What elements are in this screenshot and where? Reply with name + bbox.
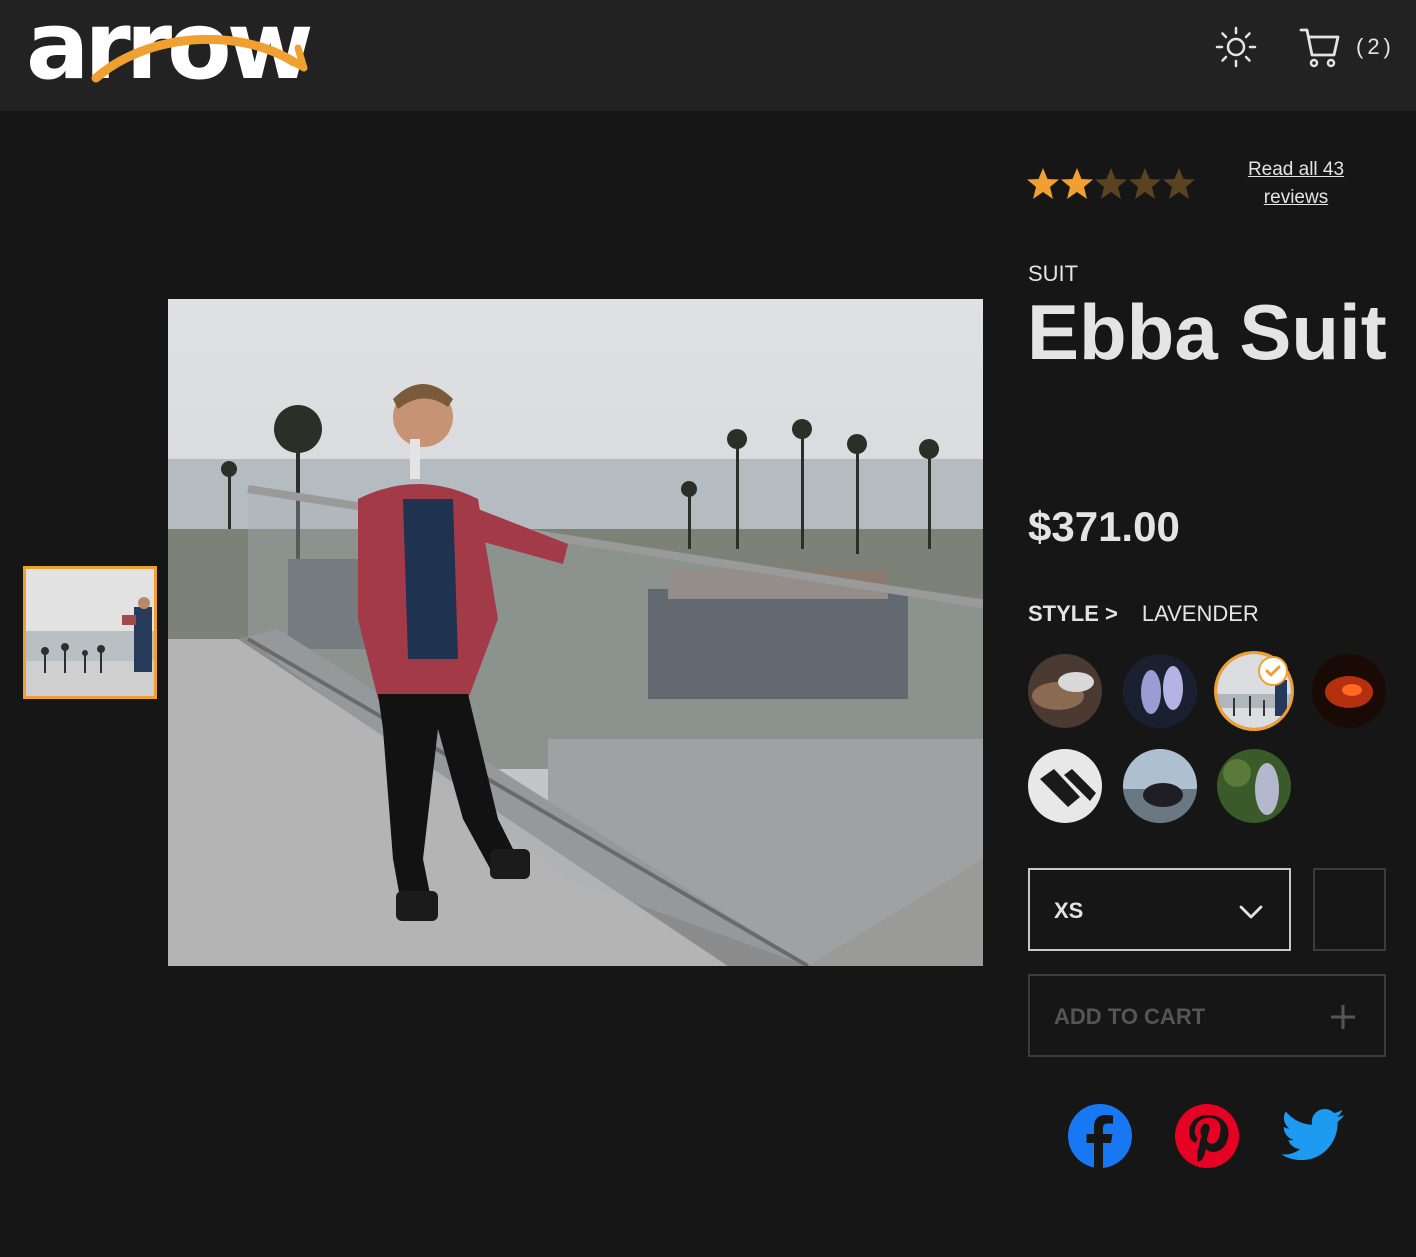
add-to-cart-label: ADD TO CART [1054,1004,1206,1029]
size-select[interactable]: XS [1028,868,1291,951]
swatch-image [1123,749,1197,823]
thumbnail-image [26,569,154,696]
arrow-logo[interactable]: arrow [26,0,382,94]
style-swatch-2[interactable] [1123,654,1197,728]
facebook-share-button[interactable] [1067,1103,1133,1169]
swatch-image [1123,654,1197,728]
swatch-image [1312,654,1386,728]
plus-icon [1331,1005,1355,1029]
swatch-image [1217,749,1291,823]
size-value: XS [1054,898,1084,923]
theme-toggle-button[interactable] [1214,25,1258,69]
product-thumbnail[interactable] [23,566,157,699]
cart-button[interactable]: (2) [1298,24,1402,70]
product-title: Ebba Suit [1027,288,1387,376]
style-swatch-1[interactable] [1028,654,1102,728]
style-value: LAVENDER [1141,601,1259,626]
cart-count: (2) [1356,34,1395,59]
twitter-share-button[interactable] [1280,1103,1346,1169]
swatch-image [1028,749,1102,823]
twitter-icon [1281,1109,1344,1161]
chevron-down-icon [1239,905,1263,919]
main-product-image [168,299,983,966]
read-reviews-link[interactable]: Read all 43 reviews [1236,156,1356,212]
product-photo [168,299,983,966]
cart-icon [1299,28,1340,68]
style-swatch-6[interactable] [1123,749,1197,823]
style-swatch-4[interactable] [1312,654,1386,728]
style-swatch-5[interactable] [1028,749,1102,823]
add-to-cart-button[interactable]: ADD TO CART [1028,974,1386,1057]
style-label: STYLE > [1028,601,1118,626]
product-category: SUIT [1028,261,1079,286]
site-header: arrow (2) [0,0,1416,111]
style-swatch-7[interactable] [1217,749,1291,823]
quantity-select[interactable] [1313,868,1386,951]
rating-stars-icon [1027,168,1195,199]
pinterest-icon [1175,1104,1239,1168]
swatch-image [1028,654,1102,728]
sun-icon [1215,26,1257,68]
style-selector-label: STYLE > LAVENDER [1028,601,1259,627]
product-price: $371.00 [1028,503,1180,550]
style-swatches [1028,654,1408,826]
logo-swoosh-icon [91,34,308,83]
facebook-icon [1068,1104,1132,1169]
pinterest-share-button[interactable] [1174,1103,1240,1169]
selected-check-icon [1258,656,1288,686]
star-rating [1026,166,1198,204]
